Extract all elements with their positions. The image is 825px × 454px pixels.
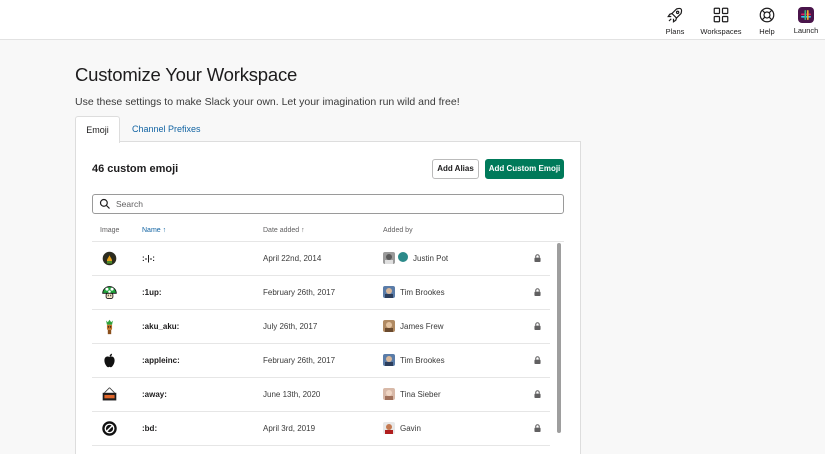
lock-icon <box>534 390 541 398</box>
emoji-name: :bd: <box>142 424 158 433</box>
lock-icon <box>534 424 541 432</box>
emoji-added-by[interactable]: Tim Brookes <box>400 288 445 297</box>
plans-label: Plans <box>665 27 685 36</box>
emoji-added-by[interactable]: Justin Pot <box>413 254 448 263</box>
column-added-by: Added by <box>383 227 413 234</box>
plans-nav[interactable]: Plans <box>650 6 700 36</box>
away-sign-emoji-icon <box>102 387 117 401</box>
tab-channel-prefixes[interactable]: Channel Prefixes <box>132 116 201 142</box>
rocket-icon <box>667 7 683 23</box>
avatar <box>383 286 395 298</box>
emoji-count-heading: 46 custom emoji <box>92 163 179 175</box>
top-navigation-bar: Plans Workspaces Help Launch <box>0 0 825 40</box>
fire-cup-emoji-icon <box>102 251 117 266</box>
table-row[interactable]: :bd: April 3rd, 2019 Gavin <box>92 412 550 446</box>
grid-icon <box>713 7 729 23</box>
search-input[interactable] <box>116 196 556 212</box>
table-row[interactable]: :-|-: April 22nd, 2014 Justin Pot <box>92 242 550 276</box>
table-row[interactable]: :away: June 13th, 2020 Tina Sieber <box>92 378 550 412</box>
emoji-date: July 26th, 2017 <box>263 322 318 331</box>
tiki-figure-emoji-icon <box>106 319 113 335</box>
apple-logo-emoji-icon <box>104 353 115 368</box>
avatar <box>383 388 395 400</box>
table-row[interactable]: :1up: February 26th, 2017 Tim Brookes <box>92 276 550 310</box>
emoji-added-by[interactable]: Gavin <box>400 424 421 433</box>
column-name-sort[interactable]: Name ↑ <box>142 227 166 234</box>
emoji-name: :1up: <box>142 288 162 297</box>
tab-emoji[interactable]: Emoji <box>75 116 120 143</box>
emoji-added-by[interactable]: Tina Sieber <box>400 390 441 399</box>
emoji-added-by[interactable]: James Frew <box>400 322 444 331</box>
avatar <box>383 252 395 264</box>
status-icon <box>398 252 408 262</box>
emoji-date: June 13th, 2020 <box>263 390 321 399</box>
emoji-added-by[interactable]: Tim Brookes <box>400 356 445 365</box>
emoji-date: April 22nd, 2014 <box>263 254 322 263</box>
search-box <box>92 194 564 214</box>
table-header: Image Name ↑ Date added ↑ Added by <box>92 225 564 242</box>
avatar <box>383 320 395 332</box>
lock-icon <box>534 356 541 364</box>
mushroom-1up-emoji-icon <box>102 286 117 299</box>
emoji-date: February 26th, 2017 <box>263 356 336 365</box>
workspaces-label: Workspaces <box>700 27 742 36</box>
emoji-panel: 46 custom emoji Add Alias Add Custom Emo… <box>75 141 581 454</box>
add-custom-emoji-button[interactable]: Add Custom Emoji <box>485 159 564 179</box>
avatar <box>383 354 395 366</box>
emoji-name: :-|-: <box>142 254 155 263</box>
emoji-date: April 3rd, 2019 <box>263 424 316 433</box>
launch-label: Launch <box>793 26 819 35</box>
bd-logo-emoji-icon <box>102 421 117 436</box>
slack-logo-icon <box>798 7 814 23</box>
column-image: Image <box>100 227 120 234</box>
lock-icon <box>534 254 541 262</box>
lock-icon <box>534 288 541 296</box>
search-icon <box>99 198 110 209</box>
page-subtitle: Use these settings to make Slack your ow… <box>75 96 460 108</box>
workspaces-nav[interactable]: Workspaces <box>696 6 746 36</box>
emoji-name: :appleinc: <box>142 356 180 365</box>
emoji-date: February 26th, 2017 <box>263 288 336 297</box>
add-alias-button[interactable]: Add Alias <box>432 159 479 179</box>
lifebuoy-icon <box>759 7 775 23</box>
emoji-name: :aku_aku: <box>142 322 180 331</box>
lock-icon <box>534 322 541 330</box>
launch-nav[interactable]: Launch <box>781 6 825 35</box>
page-title: Customize Your Workspace <box>75 64 298 85</box>
avatar <box>383 422 395 434</box>
table-row[interactable]: :appleinc: February 26th, 2017 Tim Brook… <box>92 344 550 378</box>
table-scrollbar[interactable] <box>557 243 561 433</box>
column-date-added-sort[interactable]: Date added ↑ <box>263 227 305 234</box>
table-row[interactable]: :aku_aku: July 26th, 2017 James Frew <box>92 310 550 344</box>
emoji-name: :away: <box>142 390 167 399</box>
